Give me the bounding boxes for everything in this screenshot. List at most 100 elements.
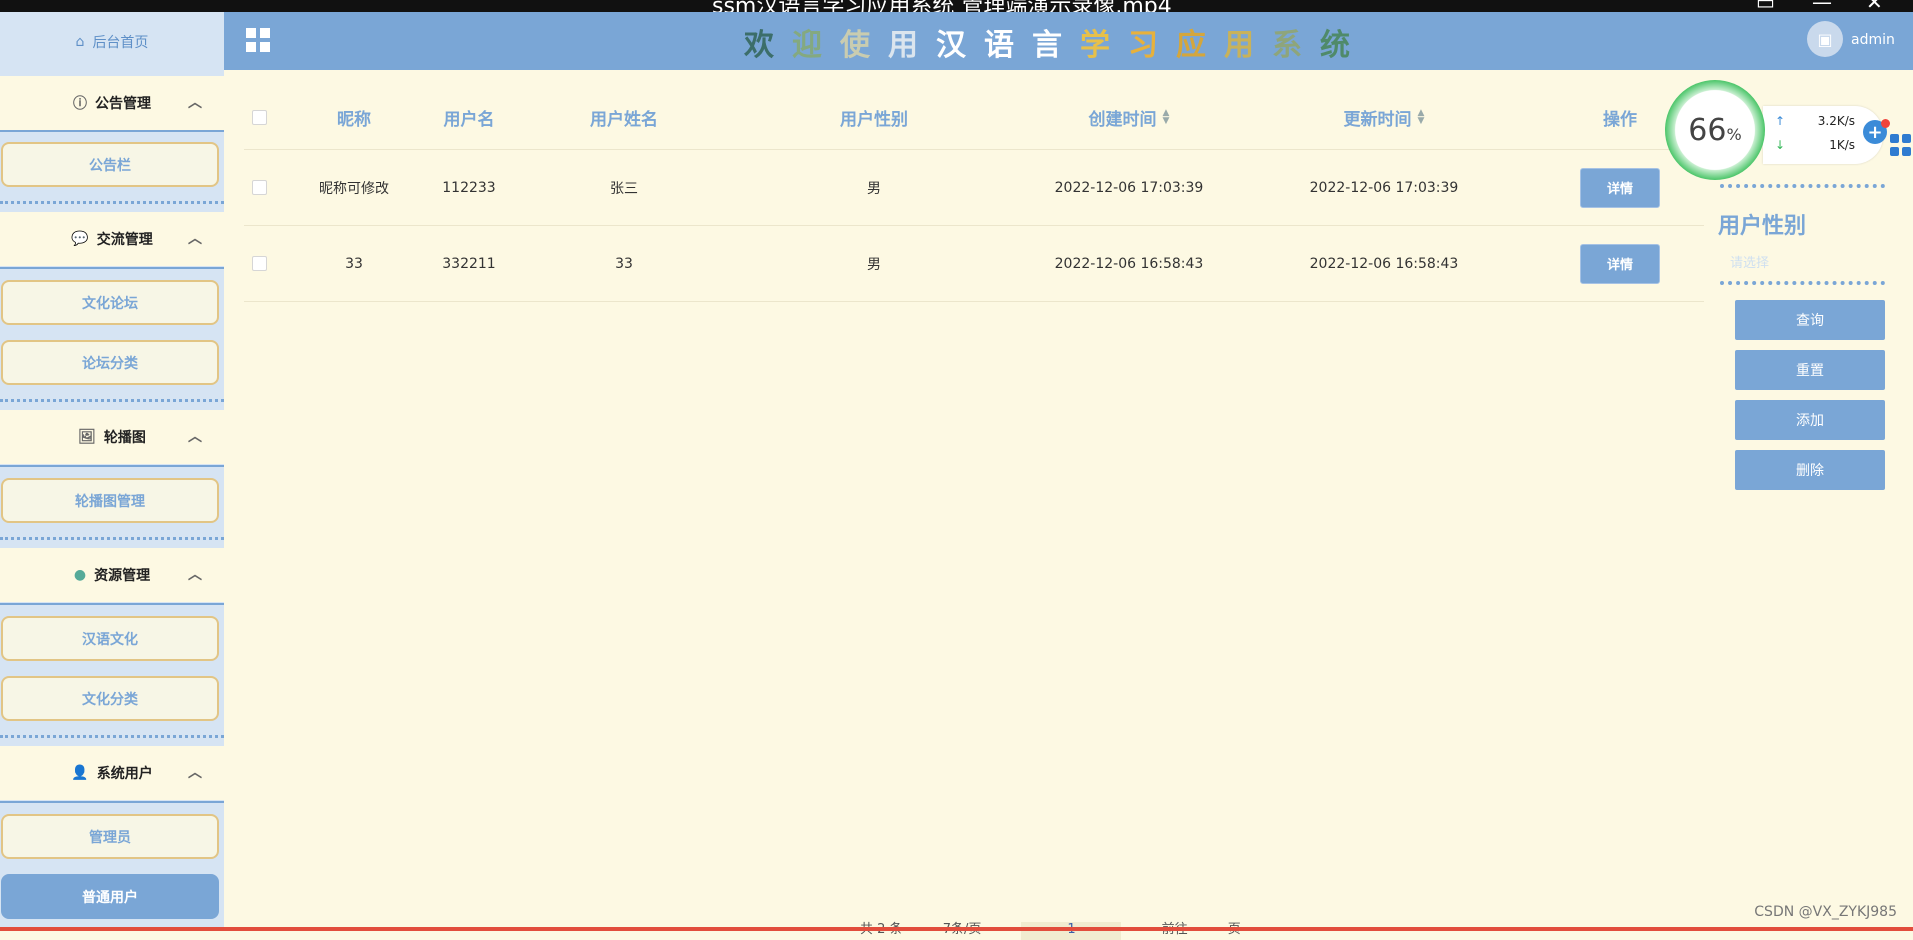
cell-realname: 33 — [615, 255, 633, 272]
image-icon: ▣ — [1817, 29, 1833, 49]
sort-icon[interactable]: ▲ ▼ — [1163, 109, 1170, 126]
search-button[interactable]: 查询 — [1735, 300, 1885, 340]
sidebar-group-resources[interactable]: ● 资源管理 ︿ — [0, 548, 224, 602]
sidebar-item-normal-users[interactable]: 普通用户 — [1, 874, 219, 919]
apps-icon[interactable] — [1890, 134, 1912, 156]
divider — [0, 399, 224, 402]
cell-gender: 男 — [867, 256, 881, 273]
welcome-char: 迎 — [792, 28, 840, 63]
col-updated[interactable]: 更新时间 ▲ ▼ — [1279, 85, 1489, 149]
sidebar-group-system-users[interactable]: 👤 系统用户 ︿ — [0, 746, 224, 800]
divider — [0, 603, 224, 605]
divider — [0, 465, 224, 467]
gender-select[interactable]: 请选择 — [1730, 252, 1769, 271]
table-header-row: 昵称 用户名 用户姓名 用户性别 创建时间 ▲ ▼ 更新时间 ▲ ▼ 操作 — [244, 85, 1704, 150]
menu-grid-icon[interactable] — [246, 28, 270, 52]
reset-button[interactable]: 重置 — [1735, 350, 1885, 390]
welcome-char: 学 — [1080, 28, 1128, 63]
minimize-icon[interactable]: — — [1812, 0, 1832, 12]
sidebar-item-culture-category[interactable]: 文化分类 — [1, 676, 219, 721]
close-icon[interactable]: ✕ — [1866, 0, 1883, 12]
filter-gender-label: 用户性别 — [1718, 214, 1807, 239]
chevron-up-icon: ︿ — [188, 765, 202, 781]
sidebar-item-home[interactable]: ⌂ 后台首页 — [0, 12, 224, 72]
col-gender: 用户性别 — [840, 109, 908, 130]
percent-unit: % — [1726, 124, 1742, 144]
welcome-char: 用 — [888, 28, 936, 63]
divider — [0, 201, 224, 204]
cell-nickname: 昵称可修改 — [319, 180, 389, 197]
sidebar-group-communication[interactable]: 💬 交流管理 ︿ — [0, 212, 224, 266]
welcome-char: 系 — [1272, 28, 1320, 63]
welcome-char: 言 — [1032, 28, 1080, 63]
divider — [1720, 184, 1885, 188]
add-button[interactable]: 添加 — [1735, 400, 1885, 440]
row-checkbox-cell — [244, 150, 274, 225]
col-action: 操作 — [1603, 109, 1637, 130]
memory-percent: 66 — [1688, 112, 1727, 148]
cell-username: 332211 — [442, 255, 496, 272]
video-title-bar: ssm汉语言学习应用系统 管理端演示录像.mp4 ▭ — ✕ — [0, 0, 1913, 12]
divider — [0, 735, 224, 738]
sidebar-item-forum-category[interactable]: 论坛分类 — [1, 340, 219, 385]
image-icon: 🖼 — [78, 429, 96, 445]
divider — [0, 537, 224, 540]
video-title: ssm汉语言学习应用系统 管理端演示录像.mp4 — [712, 0, 1172, 12]
divider — [1720, 281, 1885, 285]
welcome-char: 统 — [1320, 28, 1368, 63]
pin-icon: ● — [73, 567, 87, 583]
select-all-checkbox[interactable] — [251, 109, 267, 125]
upload-speed: ↑ 3.2K/s — [1775, 114, 1855, 128]
chat-icon: 💬 — [71, 231, 89, 247]
restore-icon[interactable]: ▭ — [1756, 0, 1775, 12]
group-title: 资源管理 — [94, 568, 151, 584]
sidebar-group-announcements[interactable]: ⓘ 公告管理 ︿ — [0, 76, 224, 130]
cell-action: 详情 — [1580, 150, 1660, 225]
memory-ring: 66% — [1665, 80, 1765, 180]
sidebar-home-label: 后台首页 — [92, 35, 149, 51]
row-checkbox-cell — [244, 226, 274, 301]
welcome-char: 汉 — [936, 28, 984, 63]
chevron-up-icon: ︿ — [188, 231, 202, 247]
col-realname: 用户姓名 — [590, 109, 658, 130]
network-speed-widget[interactable]: ↑ 3.2K/s ↓ 1K/s 66% + — [1665, 80, 1913, 184]
detail-button[interactable]: 详情 — [1580, 167, 1660, 208]
select-all-checkbox-cell — [244, 85, 274, 149]
sidebar-group-carousel[interactable]: 🖼 轮播图 ︿ — [0, 410, 224, 464]
row-checkbox[interactable] — [251, 256, 267, 271]
delete-button[interactable]: 删除 — [1735, 450, 1885, 490]
row-checkbox[interactable] — [251, 180, 267, 195]
divider — [0, 130, 224, 132]
home-icon: ⌂ — [75, 34, 85, 50]
sidebar-item-admins[interactable]: 管理员 — [1, 814, 219, 859]
group-title: 系统用户 — [96, 766, 153, 782]
col-username: 用户名 — [443, 109, 495, 130]
col-created[interactable]: 创建时间 ▲ ▼ — [1024, 85, 1234, 149]
plus-icon[interactable]: + — [1863, 119, 1890, 144]
cell-created: 2022-12-06 17:03:39 — [1054, 179, 1204, 196]
cell-realname: 张三 — [610, 180, 638, 197]
sidebar-item-forum[interactable]: 文化论坛 — [1, 280, 219, 325]
sidebar-item-bulletin[interactable]: 公告栏 — [1, 142, 219, 187]
sidebar-item-carousel-manage[interactable]: 轮播图管理 — [1, 478, 219, 523]
sidebar: ⌂ 后台首页 ⓘ 公告管理 ︿ 公告栏 💬 交流管理 ︿ 文化论坛 论坛分类 🖼… — [0, 12, 224, 931]
welcome-char: 使 — [840, 28, 888, 63]
divider — [0, 801, 224, 803]
group-title: 轮播图 — [103, 430, 146, 446]
table-row: 33 332211 33 男 2022-12-06 16:58:43 2022-… — [244, 226, 1704, 302]
welcome-char: 用 — [1224, 28, 1272, 63]
cell-nickname: 33 — [345, 255, 363, 272]
sort-icon[interactable]: ▲ ▼ — [1418, 109, 1425, 126]
cell-gender: 男 — [867, 180, 881, 197]
video-progress-bar[interactable] — [0, 927, 1913, 931]
col-nickname: 昵称 — [337, 109, 371, 130]
watermark: CSDN @VX_ZYKJ985 — [1754, 904, 1897, 920]
sidebar-item-chinese-culture[interactable]: 汉语文化 — [1, 616, 219, 661]
admin-name[interactable]: admin — [1851, 32, 1895, 48]
detail-button[interactable]: 详情 — [1580, 243, 1660, 284]
top-header: 欢迎使用汉语言学习应用系统 ▣ admin — [224, 12, 1913, 70]
welcome-char: 应 — [1176, 28, 1224, 63]
avatar[interactable]: ▣ — [1807, 21, 1843, 57]
cell-updated: 2022-12-06 16:58:43 — [1309, 255, 1459, 272]
pagination-current[interactable]: 1 — [1021, 922, 1122, 940]
